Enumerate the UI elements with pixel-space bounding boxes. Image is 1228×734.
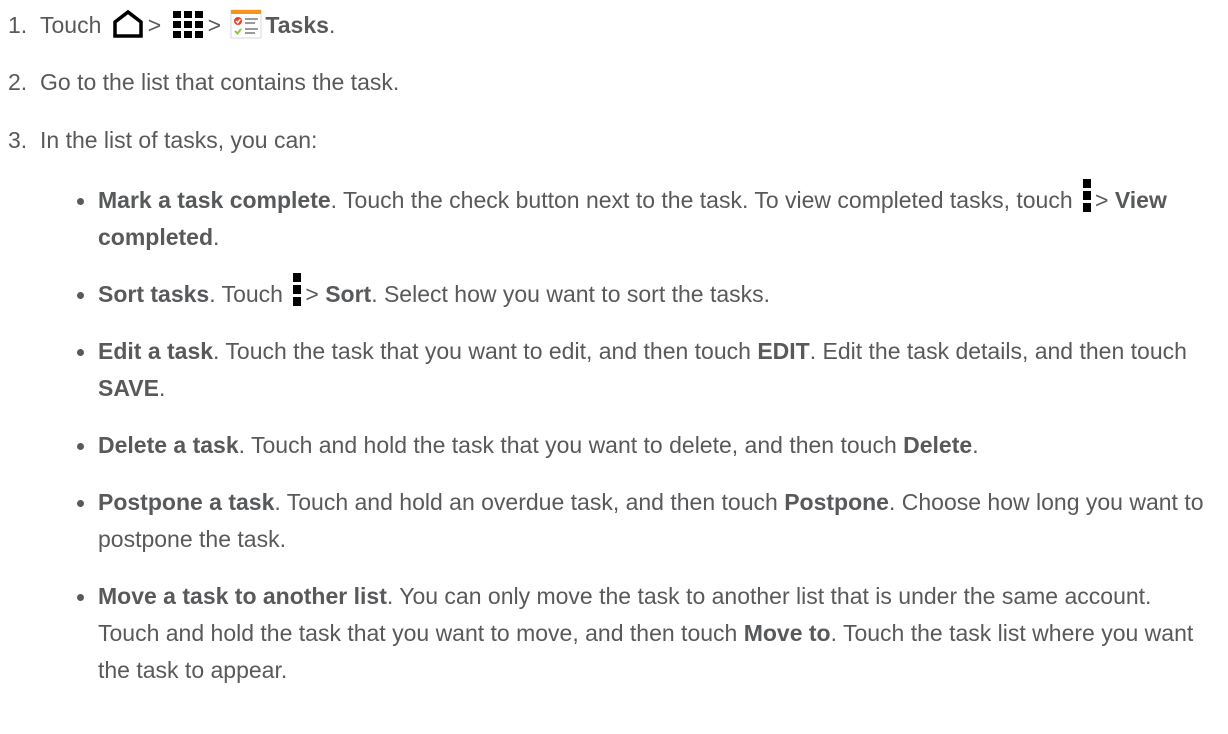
- period: .: [972, 432, 979, 458]
- step-number: 2.: [8, 69, 28, 95]
- step-text: Touch: [40, 12, 102, 38]
- list-item-sort-tasks: Sort tasks. Touch > Sort. Select how you…: [77, 272, 1218, 313]
- step-number: 3.: [8, 127, 28, 153]
- bullet-text: . Touch and hold an overdue task, and th…: [274, 489, 778, 515]
- bullet-text: . Select how you want to sort the tasks.: [371, 281, 771, 307]
- separator: >: [147, 12, 162, 38]
- document: 1. Touch > > Tasks. 2. Go to the list th…: [0, 0, 1228, 734]
- list-item-delete-task: Delete a task. Touch and hold the task t…: [77, 427, 1218, 464]
- separator: >: [1095, 187, 1109, 213]
- bullet-title: Edit a task: [98, 338, 214, 364]
- separator: >: [207, 12, 222, 38]
- list-item-mark-complete: Mark a task complete. Touch the check bu…: [77, 178, 1218, 256]
- period: .: [158, 375, 166, 401]
- bullet-text: . Touch and hold the task that you want …: [238, 432, 897, 458]
- step-text: Go to the list that contains the task.: [40, 69, 400, 95]
- home-icon: [111, 9, 145, 39]
- overflow-menu-icon: [291, 271, 303, 309]
- period: .: [328, 12, 336, 38]
- bullet-title: Postpone a task: [98, 489, 275, 515]
- menu-option: Move to: [743, 620, 831, 646]
- period: .: [213, 224, 220, 250]
- step-1: 1. Touch > > Tasks.: [8, 9, 336, 40]
- list-item-move-task: Move a task to another list. You can onl…: [77, 578, 1218, 689]
- bullet-text: . Touch the check button next to the tas…: [330, 187, 1073, 213]
- separator: >: [305, 281, 319, 307]
- tasks-app-icon: [230, 9, 262, 39]
- list-item-edit-task: Edit a task. Touch the task that you wan…: [77, 333, 1218, 407]
- step-text: In the list of tasks, you can:: [40, 127, 318, 153]
- app-name: Tasks: [265, 12, 329, 38]
- overflow-menu-icon: [1081, 177, 1093, 215]
- task-actions-list: Mark a task complete. Touch the check bu…: [77, 178, 1218, 709]
- bullet-text: . Touch: [209, 281, 283, 307]
- menu-option: Delete: [903, 432, 973, 458]
- bullet-title: Delete a task: [98, 432, 239, 458]
- apps-grid-icon: [171, 9, 205, 39]
- step-number: 1.: [8, 12, 28, 38]
- bullet-title: Sort tasks: [98, 281, 210, 307]
- menu-option: Sort: [325, 281, 372, 307]
- step-3: 3. In the list of tasks, you can:: [8, 125, 317, 155]
- bullet-title: Move a task to another list: [98, 583, 387, 609]
- menu-option: Postpone: [784, 489, 889, 515]
- list-item-postpone-task: Postpone a task. Touch and hold an overd…: [77, 484, 1218, 558]
- button-label: EDIT: [757, 338, 810, 364]
- bullet-text: . Touch the task that you want to edit, …: [213, 338, 751, 364]
- bullet-text: . Edit the task details, and then touch: [809, 338, 1187, 364]
- button-label: SAVE: [98, 375, 159, 401]
- bullet-title: Mark a task complete: [98, 187, 331, 213]
- step-2: 2. Go to the list that contains the task.: [8, 67, 399, 97]
